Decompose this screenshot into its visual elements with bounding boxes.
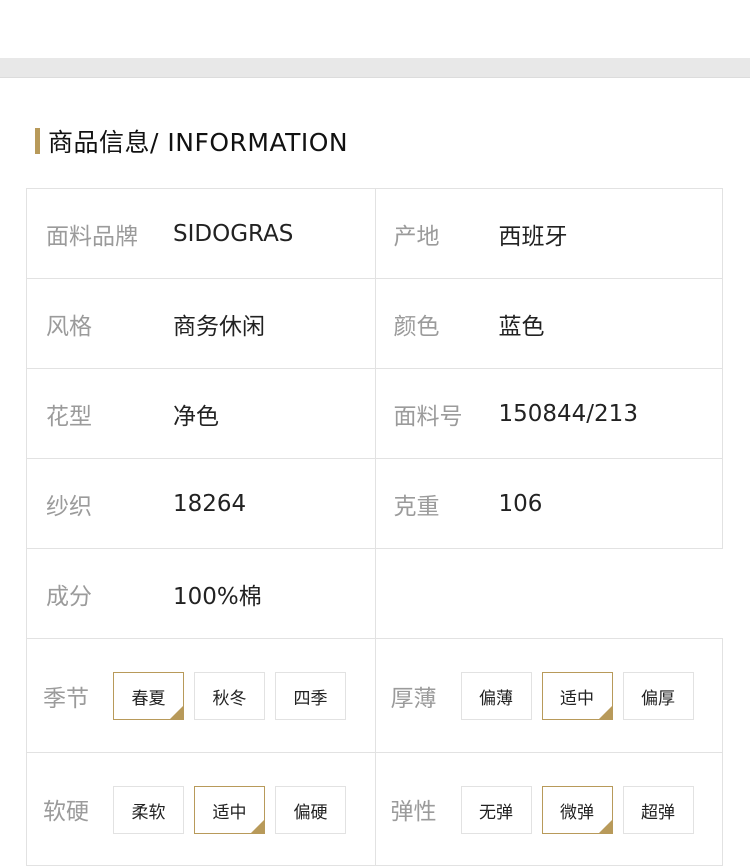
attribute-cell: 面料品牌 SIDOGRAS: [26, 188, 375, 278]
option-chip[interactable]: 无弹: [460, 786, 532, 834]
attribute-label: 成分: [46, 583, 92, 610]
top-blank-area: [0, 0, 750, 58]
option-group-season: 季节 春夏 秋冬 四季: [26, 638, 375, 752]
attribute-cell: 产地 西班牙: [374, 188, 723, 278]
option-row: 软硬 柔软 适中 偏硬 弹性 无弹 微弹 超弹: [26, 752, 723, 866]
option-group-label: 软硬: [43, 799, 89, 825]
option-chip[interactable]: 柔软: [113, 786, 184, 834]
attribute-value: 蓝色: [498, 313, 545, 340]
attribute-value: 商务休闲: [173, 313, 265, 340]
attribute-label: 风格: [46, 313, 92, 340]
section-title: 商品信息/ INFORMATION: [48, 128, 349, 157]
option-chip[interactable]: 偏厚: [622, 672, 694, 720]
attribute-value: 净色: [173, 403, 219, 430]
option-list: 偏薄 适中 偏厚: [460, 672, 694, 720]
option-chip[interactable]: 偏薄: [460, 672, 532, 720]
option-row: 季节 春夏 秋冬 四季 厚薄 偏薄 适中 偏厚: [26, 638, 723, 752]
attribute-value: 106: [498, 490, 543, 517]
section-divider: [0, 58, 750, 78]
attribute-label: 面料号: [393, 403, 463, 430]
table-row: 纱织 18264 克重 106: [26, 458, 723, 548]
table-row: 花型 净色 面料号 150844/213: [26, 368, 723, 458]
option-chip-selected[interactable]: 微弹: [541, 786, 613, 834]
attribute-label: 纱织: [46, 493, 92, 520]
option-chip[interactable]: 四季: [275, 672, 346, 720]
section-header: 商品信息/ INFORMATION: [35, 125, 348, 157]
attribute-label: 颜色: [393, 313, 440, 340]
option-group-elasticity: 弹性 无弹 微弹 超弹: [374, 752, 723, 866]
table-row: 成分 100%棉: [26, 548, 723, 638]
option-group-label: 弹性: [390, 799, 437, 825]
option-chip[interactable]: 偏硬: [275, 786, 346, 834]
attribute-cell: 成分 100%棉: [26, 548, 375, 638]
table-row: 风格 商务休闲 颜色 蓝色: [26, 278, 723, 368]
option-list: 春夏 秋冬 四季: [113, 672, 346, 720]
attribute-cell: 颜色 蓝色: [374, 278, 723, 368]
option-group-label: 厚薄: [390, 685, 437, 712]
option-list: 柔软 适中 偏硬: [113, 786, 346, 834]
attribute-cell: 风格 商务休闲: [26, 278, 375, 368]
product-info-table: 面料品牌 SIDOGRAS 产地 西班牙 风格 商务休闲 颜色 蓝色 花型 净色…: [26, 188, 723, 866]
option-chip[interactable]: 秋冬: [194, 672, 265, 720]
option-group-label: 季节: [43, 685, 89, 712]
option-chip-selected[interactable]: 适中: [194, 786, 265, 834]
attribute-label: 花型: [46, 403, 92, 430]
attribute-label: 面料品牌: [46, 223, 138, 250]
attribute-value: 18264: [173, 490, 247, 517]
attribute-value: 150844/213: [498, 400, 638, 427]
attribute-value: SIDOGRAS: [173, 220, 294, 247]
option-chip-selected[interactable]: 春夏: [113, 672, 184, 720]
attribute-cell: 纱织 18264: [26, 458, 375, 548]
table-row: 面料品牌 SIDOGRAS 产地 西班牙: [26, 188, 723, 278]
attribute-cell: 花型 净色: [26, 368, 375, 458]
option-chip-selected[interactable]: 适中: [541, 672, 613, 720]
attribute-label: 克重: [393, 493, 440, 520]
attribute-label: 产地: [393, 223, 440, 250]
option-chip[interactable]: 超弹: [622, 786, 694, 834]
option-group-softness: 软硬 柔软 适中 偏硬: [26, 752, 375, 866]
option-group-thickness: 厚薄 偏薄 适中 偏厚: [374, 638, 723, 752]
attribute-cell: 克重 106: [374, 458, 723, 548]
option-list: 无弹 微弹 超弹: [460, 786, 694, 834]
attribute-value: 西班牙: [498, 223, 568, 250]
attribute-value: 100%棉: [173, 583, 262, 610]
accent-bar: [35, 128, 40, 154]
empty-cell: [374, 548, 723, 638]
attribute-cell: 面料号 150844/213: [374, 368, 723, 458]
